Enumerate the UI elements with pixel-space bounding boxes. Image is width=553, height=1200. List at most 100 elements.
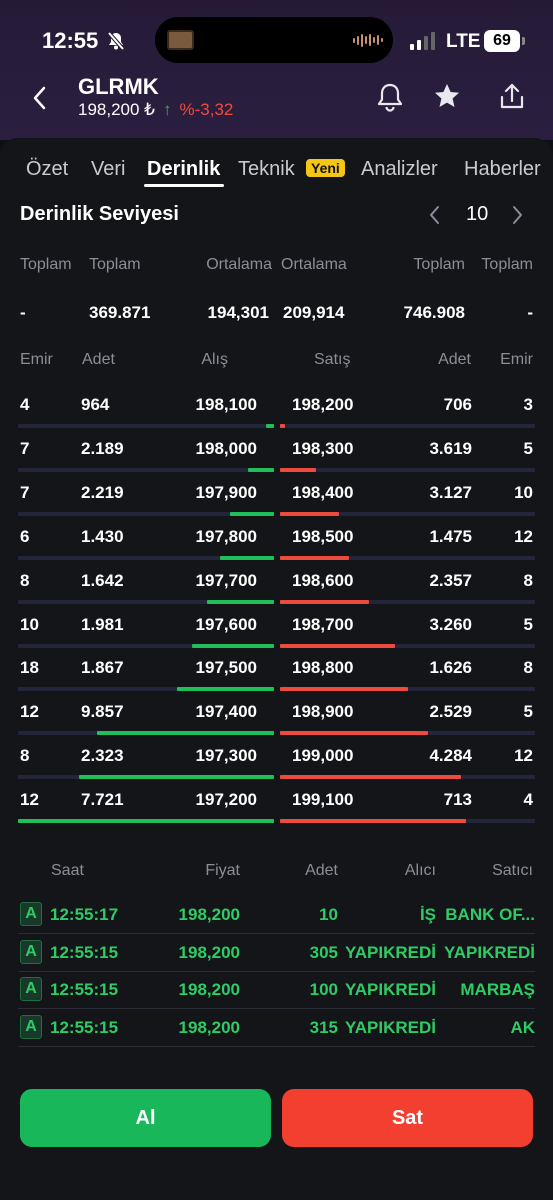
ask-price: 198,600	[292, 570, 354, 590]
ask-price: 198,900	[292, 702, 354, 722]
ask-orders: 5	[523, 614, 533, 634]
ask-orders: 5	[523, 702, 533, 722]
trade-side-badge: A	[20, 939, 42, 964]
trade-header-time: Saat	[51, 862, 84, 879]
share-icon[interactable]	[498, 82, 526, 112]
change-percent: %-3,32	[179, 100, 234, 119]
col-header-bid-orders: Emir	[20, 351, 53, 368]
ask-depth-bar	[280, 555, 349, 560]
ask-orders: 3	[523, 395, 533, 414]
trade-price: 198,200	[178, 905, 240, 924]
trade-price: 198,200	[178, 1017, 240, 1037]
bid-price: 197,800	[195, 526, 257, 546]
bid-depth-bar	[79, 775, 274, 780]
audio-wave-icon	[353, 33, 383, 47]
ask-orders: 5	[523, 438, 533, 458]
trade-seller: MARBAŞ	[460, 980, 535, 999]
ask-depth-bar	[280, 467, 316, 472]
bid-orders: 6	[20, 526, 30, 546]
bid-price: 197,500	[195, 658, 257, 678]
chevron-left-icon[interactable]	[428, 204, 442, 226]
trade-time: 12:55:15	[50, 1017, 119, 1037]
trade-header-qty: Adet	[305, 862, 338, 879]
summary-ask-avg: 209,914	[283, 303, 345, 322]
summary-header-ask-avg: Ortalama	[281, 256, 347, 273]
ask-price: 199,100	[292, 790, 354, 810]
ask-price: 198,800	[292, 658, 354, 678]
ask-orders: 4	[523, 790, 533, 810]
ask-qty: 1.626	[429, 658, 472, 678]
star-icon[interactable]	[433, 82, 461, 110]
ask-depth-bar	[280, 424, 285, 428]
ask-price: 199,000	[292, 746, 354, 766]
summary-ask-qty: 746.908	[403, 303, 465, 322]
buy-button[interactable]: Al	[20, 1089, 271, 1147]
trade-buyer: YAPIKREDİ	[344, 1017, 436, 1037]
trade-qty: 315	[309, 1017, 338, 1037]
bid-price: 197,400	[195, 702, 257, 722]
trade-row[interactable]: A 12:55:17 198,200 10 İŞ BANK OF...	[18, 896, 535, 934]
tab-derinlik[interactable]: Derinlik	[147, 158, 220, 181]
price-line: 198,200 ₺ ↑ %-3,32	[78, 100, 233, 120]
trade-header-price: Fiyat	[205, 862, 240, 879]
bid-depth-bar	[18, 819, 274, 824]
bell-icon[interactable]	[376, 82, 404, 112]
status-time: 12:55	[42, 28, 99, 53]
trade-buyer: YAPIKREDİ	[344, 942, 436, 962]
tab-haberler[interactable]: Haberler	[464, 158, 541, 181]
summary-header-bid-orders: Toplam	[20, 256, 72, 273]
sell-button[interactable]: Sat	[282, 1089, 533, 1147]
ask-orders: 8	[523, 570, 533, 590]
bid-depth-bar	[248, 467, 274, 472]
tab-analizler[interactable]: Analizler	[361, 158, 438, 181]
trade-row[interactable]: A 12:55:15 198,200 315 YAPIKREDİ AK	[18, 1009, 535, 1047]
trade-seller: YAPIKREDİ	[443, 942, 535, 962]
trade-qty: 100	[309, 980, 338, 999]
summary-header-bid-avg: Ortalama	[206, 256, 272, 273]
chevron-right-icon[interactable]	[510, 204, 524, 226]
ask-qty: 713	[443, 790, 472, 810]
trade-time: 12:55:17	[50, 905, 119, 924]
stock-symbol: GLRMK	[78, 74, 159, 99]
ask-depth-bar	[280, 819, 466, 824]
bid-depth-bar	[207, 599, 274, 604]
bid-qty: 9.857	[81, 702, 124, 722]
network-type: LTE	[446, 31, 481, 52]
trade-qty: 305	[309, 942, 338, 962]
bid-qty: 2.189	[81, 438, 124, 458]
trade-side-badge: A	[20, 977, 42, 1001]
tab-ozet[interactable]: Özet	[26, 158, 68, 181]
ask-price: 198,700	[292, 614, 354, 634]
tab-bar: Özet Veri Derinlik Teknik Analizler Habe…	[0, 158, 553, 188]
ask-depth-bar	[280, 599, 369, 604]
ask-orders: 10	[514, 482, 533, 502]
ask-price: 198,300	[292, 438, 354, 458]
bid-qty: 2.219	[81, 482, 124, 502]
bid-depth-bar	[97, 731, 274, 736]
ask-depth-track	[280, 467, 535, 472]
bid-price: 197,600	[195, 614, 257, 634]
trade-row[interactable]: A 12:55:15 198,200 100 YAPIKREDİ MARBAŞ	[18, 971, 535, 1009]
ask-qty: 2.529	[429, 702, 472, 722]
col-header-ask: Satış	[314, 351, 351, 368]
bid-price: 197,700	[195, 570, 257, 590]
trade-side-badge: A	[20, 1014, 42, 1039]
bid-orders: 7	[20, 482, 30, 502]
signal-icon	[410, 32, 435, 50]
trade-row[interactable]: A 12:55:15 198,200 305 YAPIKREDİ YAPIKREDİ	[18, 934, 535, 972]
col-header-bid-qty: Adet	[82, 351, 115, 368]
bid-qty: 964	[81, 395, 110, 414]
trade-buyer: YAPIKREDİ	[344, 980, 436, 999]
back-chevron-icon[interactable]	[30, 84, 50, 112]
battery-level: 69	[484, 30, 525, 52]
tab-teknik[interactable]: Teknik	[238, 158, 295, 181]
tab-veri[interactable]: Veri	[91, 158, 125, 181]
trade-buyer: İŞ	[419, 905, 436, 924]
ask-depth-bar	[280, 643, 395, 648]
bid-qty: 1.642	[81, 570, 124, 590]
ask-qty: 3.619	[429, 438, 472, 458]
ask-qty: 3.127	[429, 482, 472, 502]
trade-price: 198,200	[178, 980, 240, 999]
bid-orders: 12	[20, 790, 39, 810]
bid-orders: 10	[20, 614, 39, 634]
